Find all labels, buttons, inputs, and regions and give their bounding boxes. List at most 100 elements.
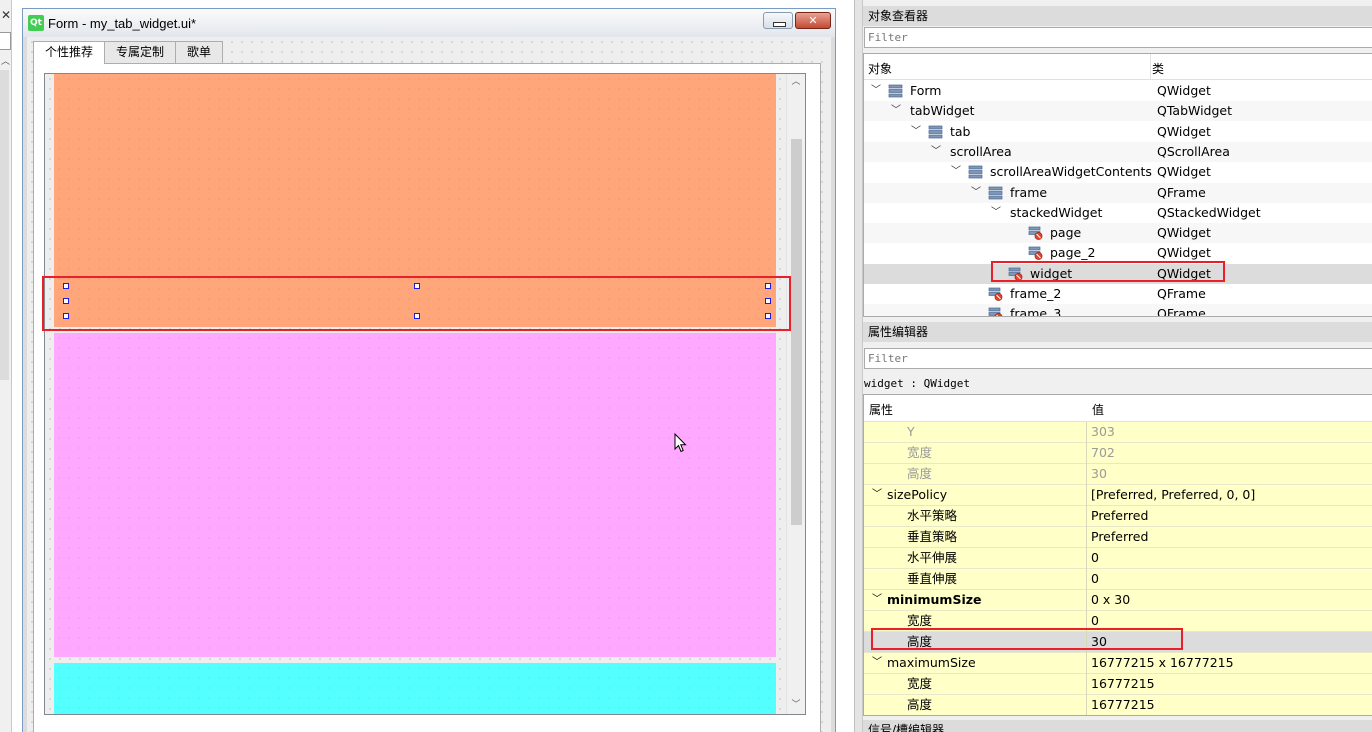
property-value[interactable]: 0 xyxy=(1091,548,1099,568)
property-value[interactable]: 303 xyxy=(1091,422,1115,442)
resize-handle[interactable] xyxy=(63,313,69,319)
expand-arrow-icon[interactable]: ﹀ xyxy=(872,653,882,673)
property-value[interactable]: 0 x 30 xyxy=(1091,590,1130,610)
object-name: scrollArea xyxy=(950,143,1012,159)
resize-handle[interactable] xyxy=(765,283,771,289)
property-name: maximumSize xyxy=(887,655,976,670)
property-value[interactable]: Preferred xyxy=(1091,506,1148,526)
column-header-value[interactable]: 值 xyxy=(1092,401,1104,418)
object-filter-input[interactable]: Filter xyxy=(864,27,1372,48)
scrollbar-thumb[interactable] xyxy=(791,139,802,525)
expand-arrow-icon[interactable]: ﹀ xyxy=(950,162,962,182)
expand-arrow-icon[interactable]: ﹀ xyxy=(910,122,922,142)
resize-handle[interactable] xyxy=(63,283,69,289)
tab-custom[interactable]: 专属定制 xyxy=(104,41,177,63)
scroll-area: ︿ ﹀ xyxy=(44,73,806,715)
close-button[interactable]: ✕ xyxy=(795,12,831,29)
resize-handle[interactable] xyxy=(414,283,420,289)
tab-pane: ︿ ﹀ xyxy=(33,63,821,732)
object-class: QWidget xyxy=(1157,123,1211,139)
left-dock-strip: ✕ ︿ xyxy=(0,0,12,732)
expand-arrow-icon[interactable]: ﹀ xyxy=(890,101,902,121)
tree-row-frame-2[interactable]: frame_2 QFrame xyxy=(864,284,1372,304)
selected-property-highlight xyxy=(871,628,1183,650)
left-input-stub[interactable] xyxy=(0,32,11,50)
tree-row-form[interactable]: ﹀ Form QWidget xyxy=(864,81,1372,101)
expand-arrow-icon[interactable]: ﹀ xyxy=(970,183,982,203)
form-window: Qt Form - my_tab_widget.ui* ✕ 个性推荐 专属定制 … xyxy=(22,8,836,732)
layout-widget-icon xyxy=(988,186,1003,200)
property-row[interactable]: 水平策略 Preferred xyxy=(864,506,1372,527)
tree-row-frame[interactable]: ﹀ frame QFrame xyxy=(864,182,1372,203)
close-icon[interactable]: ✕ xyxy=(1,8,11,22)
object-class: QTabWidget xyxy=(1157,103,1233,119)
property-value[interactable]: 16777215 xyxy=(1091,674,1155,694)
object-name: stackedWidget xyxy=(1010,204,1103,220)
minimize-button[interactable] xyxy=(763,12,793,29)
widget-no-layout-icon xyxy=(1028,246,1043,261)
tree-row-stackedwidget[interactable]: ﹀ stackedWidget QStackedWidget xyxy=(864,203,1372,223)
dock-splitter[interactable] xyxy=(855,0,863,732)
object-name: page xyxy=(1050,225,1082,241)
column-header-class[interactable]: 类 xyxy=(1152,60,1164,77)
scroll-up-icon[interactable]: ︿ xyxy=(787,74,805,91)
scroll-area-contents xyxy=(45,74,786,714)
tree-row-scrollarea[interactable]: ﹀ scrollArea QScrollArea xyxy=(864,141,1372,162)
property-row[interactable]: 宽度 702 xyxy=(864,443,1372,464)
layout-widget-icon xyxy=(928,125,943,139)
object-name: scrollAreaWidgetContents xyxy=(990,164,1152,180)
resize-handle[interactable] xyxy=(765,313,771,319)
selected-object-highlight xyxy=(991,261,1225,282)
resize-handle[interactable] xyxy=(765,298,771,304)
scroll-down-icon[interactable]: ﹀ xyxy=(787,697,805,714)
property-value[interactable]: 0 xyxy=(1091,569,1099,589)
property-row[interactable]: Y 303 xyxy=(864,422,1372,443)
property-filter-input[interactable]: Filter xyxy=(864,348,1372,369)
left-scrollbar[interactable] xyxy=(0,70,9,380)
tree-row-tab[interactable]: ﹀ tab QWidget xyxy=(864,122,1372,142)
tab-recommend[interactable]: 个性推荐 xyxy=(33,41,106,64)
property-value[interactable]: 30 xyxy=(1091,464,1107,484)
property-value[interactable]: 16777215 x 16777215 xyxy=(1091,653,1234,673)
property-value[interactable]: 16777215 xyxy=(1091,695,1155,715)
tree-row-frame-3[interactable]: frame_3 QFrame xyxy=(864,304,1372,317)
tree-row-scrollareawidgetcontents[interactable]: ﹀ scrollAreaWidgetContents QWidget xyxy=(864,162,1372,182)
property-row[interactable]: ﹀ maximumSize 16777215 x 16777215 xyxy=(864,653,1372,674)
vertical-scrollbar[interactable]: ︿ ﹀ xyxy=(786,74,805,714)
property-row[interactable]: 宽度 16777215 xyxy=(864,674,1372,695)
property-row[interactable]: 高度 30 xyxy=(864,464,1372,485)
pink-frame-panel[interactable] xyxy=(54,333,776,657)
expand-arrow-icon[interactable]: ﹀ xyxy=(872,485,882,505)
property-value[interactable]: 702 xyxy=(1091,443,1115,463)
resize-handle[interactable] xyxy=(414,313,420,319)
object-name: frame xyxy=(1010,184,1048,200)
column-header-property[interactable]: 属性 xyxy=(869,401,893,418)
resize-handle[interactable] xyxy=(63,298,69,304)
tab-playlist[interactable]: 歌单 xyxy=(175,41,224,63)
property-row[interactable]: 高度 16777215 xyxy=(864,695,1372,715)
chevron-up-icon[interactable]: ︿ xyxy=(1,54,10,67)
column-header-object[interactable]: 对象 xyxy=(868,60,892,77)
tree-row-page[interactable]: page QWidget xyxy=(864,223,1372,244)
form-titlebar[interactable]: Qt Form - my_tab_widget.ui* ✕ xyxy=(23,9,835,37)
property-name: 垂直伸展 xyxy=(907,571,958,586)
property-row[interactable]: ﹀ sizePolicy [Preferred, Preferred, 0, 0] xyxy=(864,485,1372,506)
expand-arrow-icon[interactable]: ﹀ xyxy=(870,81,882,101)
object-class: QFrame xyxy=(1157,306,1206,317)
tree-row-tabwidget[interactable]: ﹀ tabWidget QTabWidget xyxy=(864,101,1372,122)
mdi-area: Qt Form - my_tab_widget.ui* ✕ 个性推荐 专属定制 … xyxy=(12,0,854,732)
property-row[interactable]: 水平伸展 0 xyxy=(864,548,1372,569)
expand-arrow-icon[interactable]: ﹀ xyxy=(872,590,882,610)
property-name: 垂直策略 xyxy=(907,529,958,544)
property-row[interactable]: ﹀ minimumSize 0 x 30 xyxy=(864,590,1372,611)
expand-arrow-icon[interactable]: ﹀ xyxy=(930,142,942,162)
property-value[interactable]: Preferred xyxy=(1091,527,1148,547)
property-row[interactable]: 垂直策略 Preferred xyxy=(864,527,1372,548)
property-name: 水平策略 xyxy=(907,508,958,523)
property-name: 高度 xyxy=(907,466,933,481)
property-name: 宽度 xyxy=(907,676,933,691)
property-value[interactable]: [Preferred, Preferred, 0, 0] xyxy=(1091,485,1255,505)
property-row[interactable]: 垂直伸展 0 xyxy=(864,569,1372,590)
expand-arrow-icon[interactable]: ﹀ xyxy=(990,203,1002,223)
cyan-frame-panel[interactable] xyxy=(54,663,776,714)
